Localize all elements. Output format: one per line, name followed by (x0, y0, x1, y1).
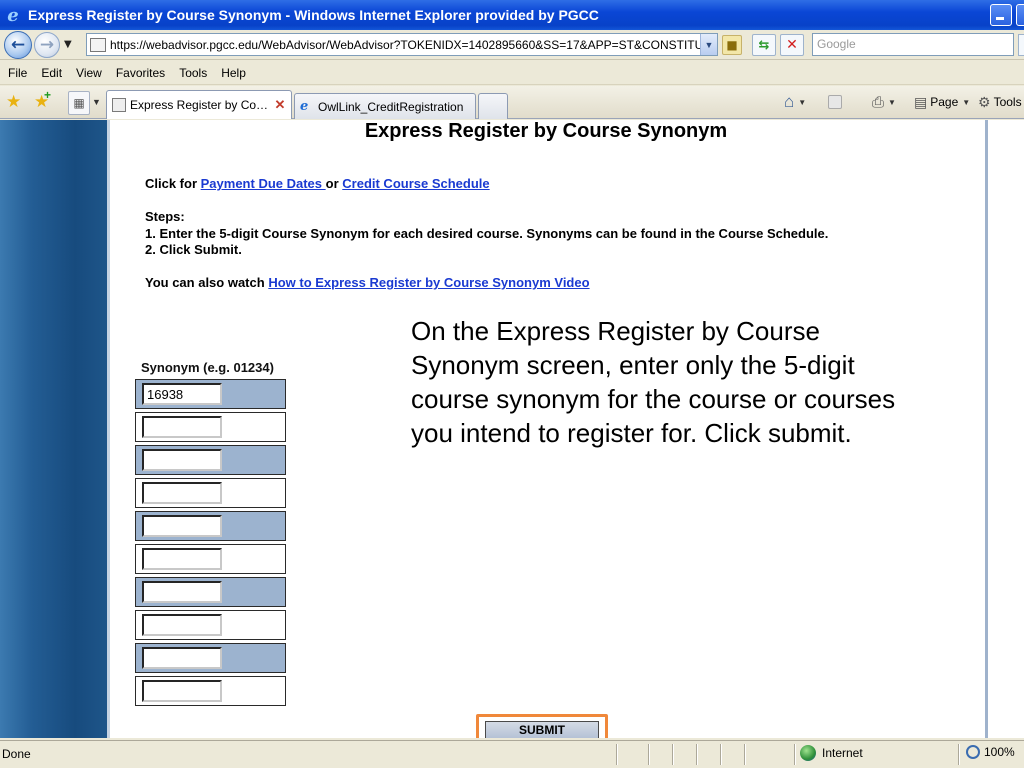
table-row (135, 676, 286, 706)
title-bar: e Express Register by Course Synonym - W… (0, 0, 1024, 30)
menu-file[interactable]: File (0, 66, 33, 80)
video-line: You can also watch How to Express Regist… (145, 275, 590, 290)
status-pane (696, 744, 698, 765)
tab-owllink[interactable]: e OwlLink_CreditRegistration (294, 93, 476, 119)
synonym-input[interactable] (142, 680, 222, 702)
magnifier-icon (966, 745, 980, 759)
recent-pages-dropdown-icon[interactable]: ▼ (64, 39, 72, 50)
ie-page-icon: e (300, 98, 309, 114)
status-pane (672, 744, 674, 765)
table-row (135, 379, 286, 409)
synonym-input[interactable] (142, 482, 222, 504)
minimize-button[interactable] (990, 4, 1012, 26)
tab-label: Express Register by Cour... (130, 98, 273, 112)
status-pane (744, 744, 746, 765)
quick-tabs-icon[interactable]: ▦ (68, 91, 90, 115)
table-row (135, 544, 286, 574)
synonym-column-header: Synonym (e.g. 01234) (141, 360, 274, 375)
back-button[interactable]: ← (4, 31, 32, 59)
menu-view[interactable]: View (68, 66, 108, 80)
home-icon[interactable]: ⌂ ▼ (784, 90, 806, 114)
tab-express-register[interactable]: Express Register by Cour... ✕ (106, 90, 292, 119)
synonym-table (135, 379, 286, 709)
favorites-star-icon[interactable]: ★ (6, 92, 21, 112)
payment-due-dates-link[interactable]: Payment Due Dates (201, 176, 326, 191)
table-row (135, 445, 286, 475)
back-arrow-icon: ← (10, 35, 26, 55)
print-icon[interactable]: ⎙ ▼ (872, 90, 896, 114)
tab-label: OwlLink_CreditRegistration (318, 99, 464, 114)
security-zone[interactable]: Internet (800, 745, 863, 761)
status-pane (794, 744, 796, 765)
address-input[interactable]: https://webadvisor.pgcc.edu/WebAdvisor/W… (86, 33, 718, 56)
status-text: Done (2, 747, 31, 761)
table-row (135, 577, 286, 607)
refresh-icon[interactable]: ⇆ (752, 34, 776, 56)
page-icon: ▤ (914, 93, 928, 110)
synonym-input[interactable] (142, 548, 222, 570)
address-dropdown-icon[interactable]: ▼ (700, 34, 717, 55)
status-pane (648, 744, 650, 765)
page-content: Express Register by Course Synonym Click… (0, 120, 1024, 738)
globe-icon (800, 745, 816, 761)
menu-bar: File Edit View Favorites Tools Help (0, 61, 1024, 85)
status-bar: Done Internet 100% (0, 740, 1024, 768)
address-url: https://webadvisor.pgcc.edu/WebAdvisor/W… (110, 37, 718, 52)
table-row (135, 412, 286, 442)
lock-icon[interactable]: ■ (722, 35, 742, 55)
step-2: 2. Click Submit. (145, 242, 242, 257)
tab-bar: ★ ★ ▦ ▼ Express Register by Cour... ✕ e … (0, 86, 1024, 119)
synonym-input[interactable] (142, 647, 222, 669)
submit-button[interactable]: SUBMIT (485, 721, 599, 738)
video-link[interactable]: How to Express Register by Course Synony… (268, 275, 589, 290)
menu-favorites[interactable]: Favorites (108, 66, 171, 80)
page-favicon-icon (90, 37, 106, 52)
table-row (135, 610, 286, 640)
browser-window: e Express Register by Course Synonym - W… (0, 0, 1024, 768)
ie-logo-icon: e (7, 4, 19, 26)
tab-list-dropdown-icon[interactable]: ▼ (92, 97, 101, 107)
tools-menu[interactable]: ⚙ Tools (978, 90, 1022, 114)
menu-edit[interactable]: Edit (33, 66, 68, 80)
table-row (135, 643, 286, 673)
gear-icon: ⚙ (978, 93, 991, 110)
page-title: Express Register by Course Synonym (364, 120, 728, 142)
synonym-input[interactable] (142, 515, 222, 537)
search-button[interactable] (1018, 34, 1024, 56)
menu-tools[interactable]: Tools (171, 66, 213, 80)
feeds-icon[interactable] (828, 95, 842, 109)
stop-icon[interactable]: ✕ (780, 34, 804, 56)
address-toolbar: ← → ▼ https://webadvisor.pgcc.edu/WebAdv… (0, 30, 1024, 60)
instruction-callout: On the Express Register by Course Synony… (411, 316, 896, 448)
submit-highlight: SUBMIT (476, 714, 608, 738)
new-tab-button[interactable] (478, 93, 508, 119)
menu-help[interactable]: Help (213, 66, 252, 80)
synonym-input[interactable] (142, 614, 222, 636)
add-favorites-icon[interactable]: ★ (34, 88, 51, 112)
credit-course-schedule-link[interactable]: Credit Course Schedule (342, 176, 489, 191)
forward-arrow-icon: → (39, 35, 55, 55)
step-1: 1. Enter the 5-digit Course Synonym for … (145, 226, 829, 241)
maximize-button[interactable] (1016, 4, 1024, 26)
synonym-input[interactable] (142, 383, 222, 405)
status-pane (616, 744, 618, 765)
click-for-line: Click for Payment Due Dates or Credit Co… (145, 176, 490, 191)
status-pane (958, 744, 960, 765)
right-margin (988, 120, 1024, 738)
close-tab-icon[interactable]: ✕ (273, 97, 287, 113)
table-row (135, 511, 286, 541)
zoom-level[interactable]: 100% (966, 745, 1015, 759)
steps-heading: Steps: (145, 209, 185, 224)
synonym-input[interactable] (142, 416, 222, 438)
tab-favicon-icon (112, 98, 126, 112)
page-menu[interactable]: ▤ Page ▼ (914, 90, 970, 114)
table-row (135, 478, 286, 508)
synonym-input[interactable] (142, 449, 222, 471)
forward-button[interactable]: → (34, 32, 60, 58)
status-pane (720, 744, 722, 765)
search-input[interactable]: Google (812, 33, 1014, 56)
left-navigation-panel (0, 120, 110, 738)
window-title: Express Register by Course Synonym - Win… (28, 7, 599, 23)
synonym-input[interactable] (142, 581, 222, 603)
